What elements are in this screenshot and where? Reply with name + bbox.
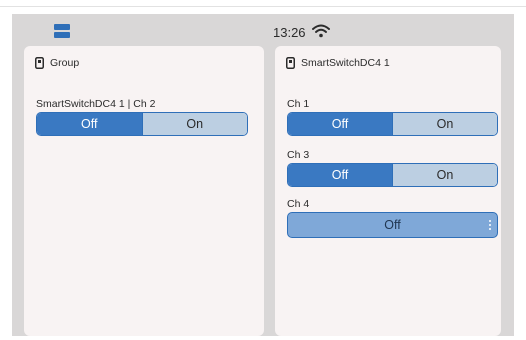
status-time: 13:26 [273, 25, 306, 40]
top-divider [0, 6, 526, 7]
group-card-title: Group [50, 57, 80, 69]
ch4-button[interactable]: Off [287, 212, 498, 238]
dashboard-screen: 13:26 Group SmartSwitchDC4 1 | Ch 2 Off … [12, 14, 514, 336]
device-card-title: SmartSwitchDC4 1 [301, 57, 390, 69]
group-toggle[interactable]: Off On [36, 112, 248, 136]
ch1-label: Ch 1 [287, 98, 310, 110]
group-toggle-off-button[interactable]: Off [37, 113, 142, 135]
status-bar: 13:26 [12, 14, 514, 44]
device-icon [35, 57, 44, 69]
ch1-on-button[interactable]: On [392, 113, 497, 135]
group-card: Group SmartSwitchDC4 1 | Ch 2 Off On [24, 46, 264, 336]
layout-icon-bottom-block [54, 32, 70, 38]
ch4-label: Ch 4 [287, 198, 310, 210]
ch1-off-button[interactable]: Off [288, 113, 392, 135]
ch3-on-button[interactable]: On [392, 164, 497, 186]
kebab-menu-icon[interactable] [489, 220, 492, 232]
ch3-toggle[interactable]: Off On [287, 163, 498, 187]
device-card: SmartSwitchDC4 1 Ch 1 Off On Ch 3 Off On… [275, 46, 501, 336]
layout-icon[interactable] [54, 24, 70, 38]
ch1-toggle[interactable]: Off On [287, 112, 498, 136]
group-toggle-on-button[interactable]: On [141, 113, 247, 135]
device-icon [286, 57, 295, 69]
device-card-header: SmartSwitchDC4 1 [286, 56, 390, 70]
ch3-label: Ch 3 [287, 149, 310, 161]
layout-icon-top-block [54, 24, 70, 30]
ch4-value-label: Off [384, 218, 401, 232]
wifi-icon [312, 24, 330, 38]
group-card-header: Group [35, 56, 79, 70]
ch3-off-button[interactable]: Off [288, 164, 392, 186]
group-channel-label: SmartSwitchDC4 1 | Ch 2 [36, 98, 156, 110]
